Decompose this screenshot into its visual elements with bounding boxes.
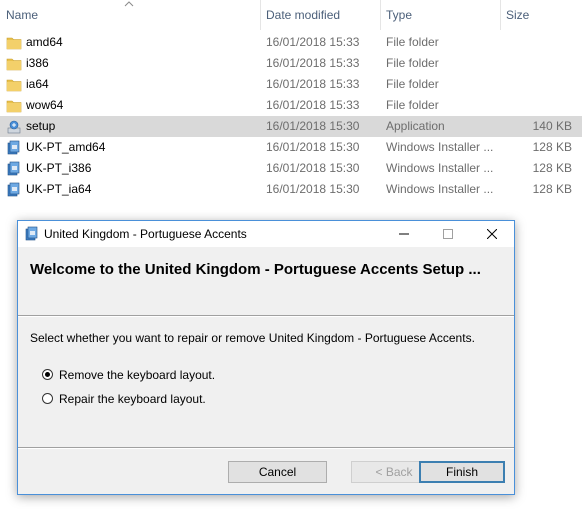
installer-package-icon: [7, 140, 20, 155]
file-size: 128 KB: [532, 140, 572, 154]
file-row-uk-pt-amd64[interactable]: UK-PT_amd64 16/01/2018 15:30 Windows Ins…: [0, 137, 582, 158]
finish-button[interactable]: Finish: [419, 461, 505, 483]
column-header-bar: Name Date modified Type Size: [0, 0, 582, 30]
minimize-icon: [399, 233, 409, 235]
radio-remove-layout[interactable]: Remove the keyboard layout.: [42, 367, 342, 385]
column-date-modified[interactable]: Date modified: [260, 0, 380, 30]
file-type: File folder: [386, 56, 439, 70]
footer-divider: [18, 447, 514, 449]
dialog-heading: Welcome to the United Kingdom - Portugue…: [30, 261, 481, 278]
file-date: 16/01/2018 15:33: [266, 77, 360, 91]
dialog-title: United Kingdom - Portuguese Accents: [44, 227, 247, 241]
file-type: Application: [386, 119, 445, 133]
folder-icon: [6, 79, 22, 92]
file-name: UK-PT_amd64: [26, 140, 106, 154]
file-date: 16/01/2018 15:30: [266, 182, 360, 196]
dialog-titlebar[interactable]: United Kingdom - Portuguese Accents: [18, 221, 514, 247]
file-size: 128 KB: [532, 182, 572, 196]
file-row-ia64[interactable]: ia64 16/01/2018 15:33 File folder: [0, 74, 582, 95]
folder-icon: [6, 58, 22, 71]
file-type: File folder: [386, 98, 439, 112]
radio-selected-dot: [45, 372, 50, 377]
setup-dialog: United Kingdom - Portuguese Accents Welc…: [17, 220, 515, 495]
radio-circle: [42, 393, 53, 404]
file-name: setup: [26, 119, 56, 133]
file-type: Windows Installer ...: [386, 161, 494, 175]
header-divider: [18, 315, 514, 317]
file-type: Windows Installer ...: [386, 140, 494, 154]
column-size[interactable]: Size: [500, 0, 582, 30]
radio-label: Repair the keyboard layout.: [59, 392, 206, 406]
file-type: File folder: [386, 35, 439, 49]
file-date: 16/01/2018 15:30: [266, 119, 360, 133]
file-size: 140 KB: [532, 119, 572, 133]
file-row-setup[interactable]: setup 16/01/2018 15:30 Application 140 K…: [0, 116, 582, 137]
file-size: 128 KB: [532, 161, 572, 175]
close-icon: [487, 229, 497, 239]
file-list: Name Date modified Type Size amd64 16/01…: [0, 0, 582, 200]
file-date: 16/01/2018 15:33: [266, 56, 360, 70]
file-date: 16/01/2018 15:30: [266, 161, 360, 175]
file-type: Windows Installer ...: [386, 182, 494, 196]
file-name: amd64: [26, 35, 63, 49]
close-button[interactable]: [470, 221, 514, 247]
radio-repair-layout[interactable]: Repair the keyboard layout.: [42, 391, 342, 409]
file-date: 16/01/2018 15:30: [266, 140, 360, 154]
setup-app-icon: [7, 120, 21, 134]
folder-icon: [6, 37, 22, 50]
installer-package-icon: [25, 226, 38, 241]
sort-ascending-icon: [124, 1, 134, 7]
cancel-button[interactable]: Cancel: [228, 461, 327, 483]
file-name: UK-PT_ia64: [26, 182, 92, 196]
installer-package-icon: [7, 161, 20, 176]
maximize-icon: [443, 229, 453, 239]
installer-package-icon: [7, 182, 20, 197]
file-name: wow64: [26, 98, 64, 112]
file-type: File folder: [386, 77, 439, 91]
minimize-button[interactable]: [382, 221, 426, 247]
folder-icon: [6, 100, 22, 113]
file-row-amd64[interactable]: amd64 16/01/2018 15:33 File folder: [0, 32, 582, 53]
file-name: i386: [26, 56, 49, 70]
file-row-wow64[interactable]: wow64 16/01/2018 15:33 File folder: [0, 95, 582, 116]
file-date: 16/01/2018 15:33: [266, 98, 360, 112]
file-row-uk-pt-ia64[interactable]: UK-PT_ia64 16/01/2018 15:30 Windows Inst…: [0, 179, 582, 200]
dialog-prompt: Select whether you want to repair or rem…: [30, 331, 475, 345]
file-name: ia64: [26, 77, 49, 91]
column-type[interactable]: Type: [380, 0, 500, 30]
file-row-uk-pt-i386[interactable]: UK-PT_i386 16/01/2018 15:30 Windows Inst…: [0, 158, 582, 179]
radio-label: Remove the keyboard layout.: [59, 368, 216, 382]
file-date: 16/01/2018 15:33: [266, 35, 360, 49]
file-row-i386[interactable]: i386 16/01/2018 15:33 File folder: [0, 53, 582, 74]
radio-circle: [42, 369, 53, 380]
maximize-button[interactable]: [426, 221, 470, 247]
file-name: UK-PT_i386: [26, 161, 92, 175]
